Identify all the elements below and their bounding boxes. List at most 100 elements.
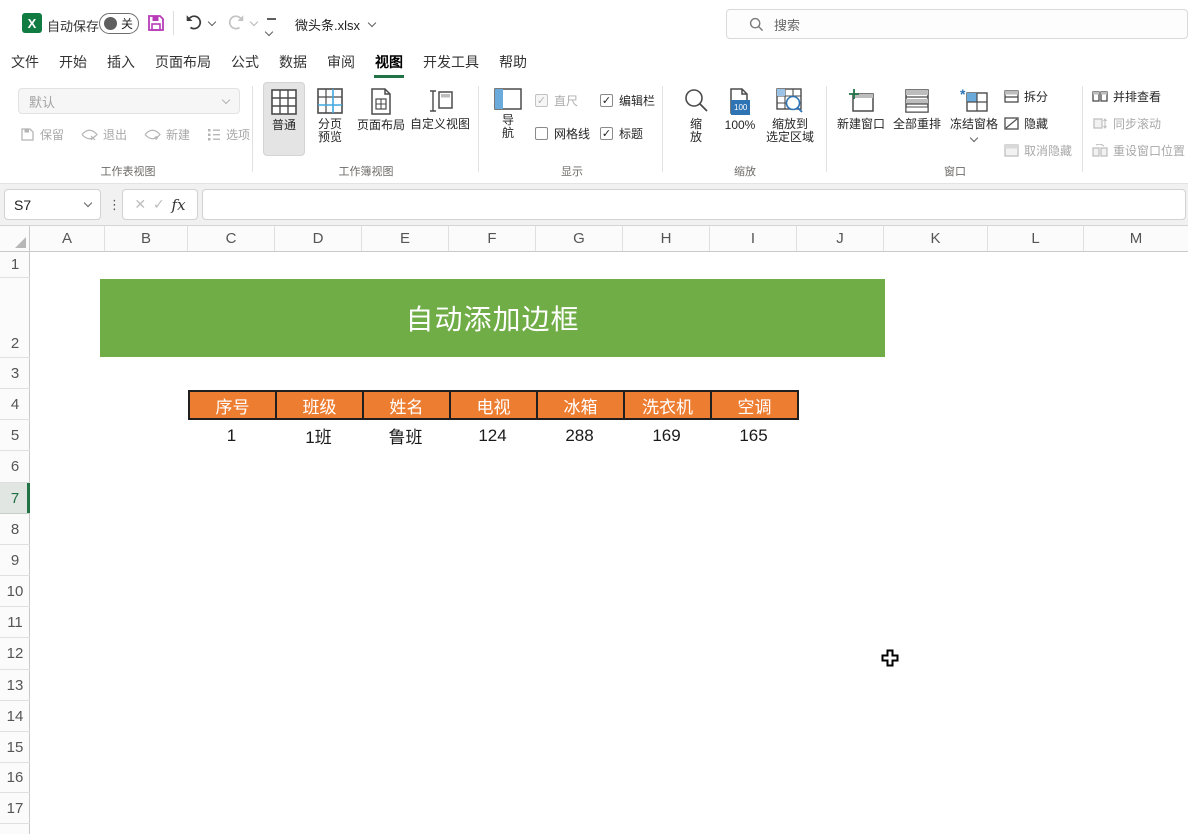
normal-view-button[interactable]: 普通 (263, 82, 305, 156)
column-header-i[interactable]: I (710, 226, 797, 251)
title-bar: X 自动保存 关 微头条.xlsx 搜索 (0, 0, 1188, 47)
table-header-row[interactable]: 序号 班级 姓名 电视 冰箱 洗衣机 空调 (188, 390, 799, 420)
zoom-to-selection-button[interactable]: 缩放到 选定区域 (762, 82, 818, 168)
row-header-9[interactable]: 9 (0, 545, 30, 576)
reset-position-icon (1092, 144, 1108, 157)
save-button[interactable] (146, 13, 166, 33)
tab-view[interactable]: 视图 (374, 47, 404, 78)
row-header-7-selected[interactable]: 7 (0, 483, 30, 514)
column-header-h[interactable]: H (623, 226, 710, 251)
table-data-cell[interactable]: 鲁班 (362, 420, 449, 451)
zoom-button[interactable]: 缩放 (678, 82, 714, 168)
arrange-all-button[interactable]: 全部重排 (888, 82, 946, 156)
row-header-10[interactable]: 10 (0, 576, 30, 607)
column-header-a[interactable]: A (30, 226, 105, 251)
formula-bar-checkbox[interactable]: ✓ 编辑栏 (600, 92, 655, 109)
table-header-cell[interactable]: 冰箱 (536, 392, 623, 418)
name-box[interactable]: S7 (4, 189, 101, 220)
table-data-cell[interactable]: 169 (623, 420, 710, 451)
row-header-1[interactable]: 1 (0, 252, 30, 278)
row-header-8[interactable]: 8 (0, 514, 30, 545)
hide-button[interactable]: 隐藏 (1004, 115, 1072, 132)
customize-qat-button[interactable] (264, 18, 276, 40)
column-header-k[interactable]: K (884, 226, 988, 251)
title-banner[interactable]: 自动添加边框 (100, 279, 885, 357)
undo-button[interactable] (184, 13, 217, 33)
table-data-row[interactable]: 1 1班 鲁班 124 288 169 165 (188, 420, 797, 451)
table-header-cell[interactable]: 姓名 (362, 392, 449, 418)
page-layout-button[interactable]: 页面布局 (353, 82, 409, 156)
document-title[interactable]: 微头条.xlsx (295, 15, 377, 34)
tab-insert[interactable]: 插入 (106, 47, 136, 78)
row-header-4[interactable]: 4 (0, 389, 30, 420)
headings-checkbox[interactable]: ✓ 标题 (600, 125, 643, 142)
side-by-side-icon (1092, 91, 1108, 102)
excel-logo-icon: X (22, 13, 42, 33)
tab-help[interactable]: 帮助 (498, 47, 528, 78)
chevron-down-icon (221, 95, 231, 104)
undo-dropdown-icon[interactable] (207, 17, 217, 26)
group-workbook-views: 普通 分页 预览 页面布局 自定义视图 工作簿视图 (260, 78, 472, 184)
tab-data[interactable]: 数据 (278, 47, 308, 78)
search-input[interactable]: 搜索 (726, 9, 1188, 39)
table-header-cell[interactable]: 空调 (710, 392, 797, 418)
row-header-6[interactable]: 6 (0, 451, 30, 483)
zoom-100-button[interactable]: 100 100% (718, 82, 762, 156)
group-label: 窗口 (944, 166, 966, 178)
tab-review[interactable]: 审阅 (326, 47, 356, 78)
view-side-by-side-button[interactable]: 并排查看 (1092, 88, 1185, 105)
eye-plus-icon (144, 129, 161, 140)
tab-developer[interactable]: 开发工具 (422, 47, 480, 78)
new-window-button[interactable]: 新建窗口 (836, 82, 886, 156)
custom-views-button[interactable]: 自定义视图 (410, 82, 470, 156)
column-header-f[interactable]: F (449, 226, 536, 251)
tab-home[interactable]: 开始 (58, 47, 88, 78)
table-header-cell[interactable]: 序号 (190, 392, 275, 418)
row-header-15[interactable]: 15 (0, 732, 30, 763)
formula-input[interactable] (202, 189, 1186, 220)
autosave-state: 关 (121, 17, 134, 31)
autosave-toggle[interactable]: 关 (99, 13, 139, 34)
table-data-cell[interactable]: 1班 (275, 420, 362, 451)
tab-file[interactable]: 文件 (10, 47, 40, 78)
row-header-12[interactable]: 12 (0, 638, 30, 670)
gridlines-checkbox[interactable]: 网格线 (535, 125, 590, 142)
row-header-2[interactable]: 2 (0, 278, 30, 358)
table-header-cell[interactable]: 电视 (449, 392, 536, 418)
row-header-13[interactable]: 13 (0, 670, 30, 701)
undo-icon (186, 15, 202, 30)
navigation-button[interactable]: 导航 (490, 82, 526, 168)
column-header-l[interactable]: L (988, 226, 1084, 251)
row-header-16[interactable]: 16 (0, 763, 30, 793)
column-header-d[interactable]: D (275, 226, 362, 251)
row-header-14[interactable]: 14 (0, 701, 30, 732)
tab-formulas[interactable]: 公式 (230, 47, 260, 78)
table-data-cell[interactable]: 1 (188, 420, 275, 451)
column-header-c[interactable]: C (188, 226, 275, 251)
insert-function-button[interactable]: fx (172, 196, 186, 214)
tab-page-layout[interactable]: 页面布局 (154, 47, 212, 78)
split-button[interactable]: 拆分 (1004, 88, 1072, 105)
page-break-preview-button[interactable]: 分页 预览 (308, 82, 352, 168)
column-header-g[interactable]: G (536, 226, 623, 251)
table-data-cell[interactable]: 124 (449, 420, 536, 451)
row-header-17[interactable]: 17 (0, 793, 30, 824)
column-header-m[interactable]: M (1084, 226, 1188, 251)
row-header-11[interactable]: 11 (0, 607, 30, 638)
table-data-cell[interactable]: 165 (710, 420, 797, 451)
table-header-cell[interactable]: 洗衣机 (623, 392, 710, 418)
row-header-3[interactable]: 3 (0, 358, 30, 389)
column-header-j[interactable]: J (797, 226, 884, 251)
sync-scroll-icon (1093, 118, 1107, 129)
table-data-cell[interactable]: 288 (536, 420, 623, 451)
column-headers: A B C D E F G H I J K L M (0, 226, 1188, 252)
chevron-down-icon (264, 27, 274, 36)
select-all-button[interactable] (0, 226, 30, 251)
table-header-cell[interactable]: 班级 (275, 392, 362, 418)
column-header-b[interactable]: B (105, 226, 188, 251)
column-header-e[interactable]: E (362, 226, 449, 251)
drag-handle-icon[interactable]: ⋮ (108, 197, 121, 213)
group-label: 显示 (561, 166, 583, 178)
row-header-5[interactable]: 5 (0, 420, 30, 451)
freeze-panes-button[interactable]: * 冻结窗格 (948, 82, 1000, 168)
